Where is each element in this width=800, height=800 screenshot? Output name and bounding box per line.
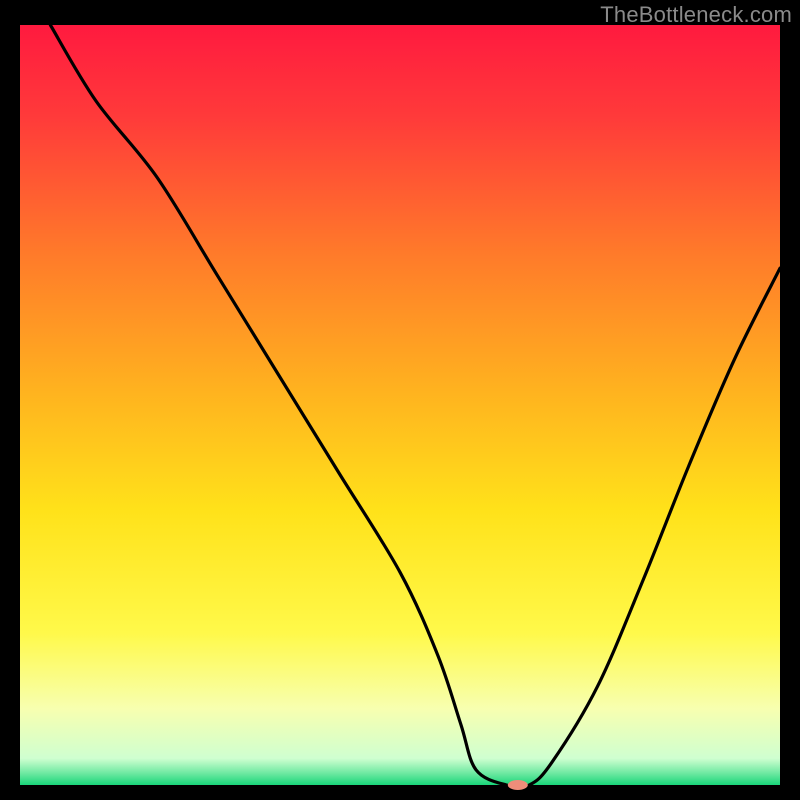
watermark-text: TheBottleneck.com [600, 2, 792, 28]
plot-background [20, 25, 780, 785]
chart-container: TheBottleneck.com [0, 0, 800, 800]
bottleneck-chart [0, 0, 800, 800]
optimal-point-marker [508, 780, 528, 790]
